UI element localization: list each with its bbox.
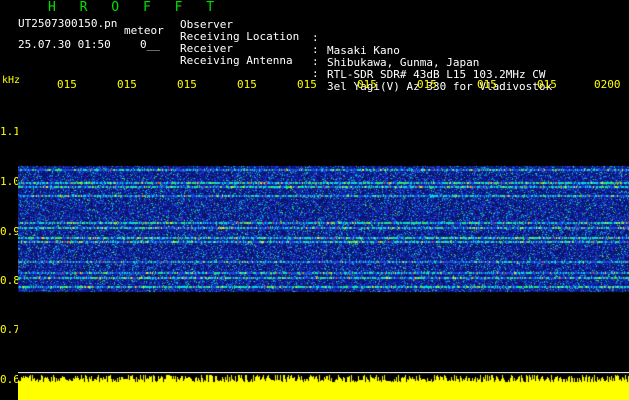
observation-datetime: 25.07.30 01:50 [18, 38, 111, 51]
freq-tick: 0.7 [0, 323, 20, 336]
time-tick: 015 [477, 78, 497, 91]
time-tick: 015 [117, 78, 137, 91]
spectrogram-plot [18, 96, 629, 380]
signal-level-bar [18, 372, 629, 400]
freq-tick: 0.8 [0, 274, 20, 287]
freq-tick: 0.9 [0, 225, 20, 238]
freq-tick: 1.0 [0, 175, 20, 188]
freq-tick: 0.6 [0, 373, 20, 386]
spectrogram-canvas [18, 96, 629, 380]
file-name: UT2507300150.pn [18, 17, 118, 30]
time-tick: 015 [417, 78, 437, 91]
info-label: Receiving Antenna [180, 54, 293, 67]
time-tick: 015 [297, 78, 317, 91]
time-tick: 015 [57, 78, 77, 91]
hroff-spectrogram-screen: H R O F F T UT2507300150.pn meteor 25.07… [0, 0, 629, 400]
time-tick: 015 [177, 78, 197, 91]
freq-tick: 1.1 [0, 125, 20, 138]
time-tick: 015 [537, 78, 557, 91]
time-tick: 015 [237, 78, 257, 91]
time-tick: 015 [357, 78, 377, 91]
meteor-count: 0__ [140, 38, 160, 51]
detection-type: meteor [124, 24, 164, 37]
time-tick: 0200 [594, 78, 621, 91]
frequency-unit-label: kHz [2, 75, 21, 86]
